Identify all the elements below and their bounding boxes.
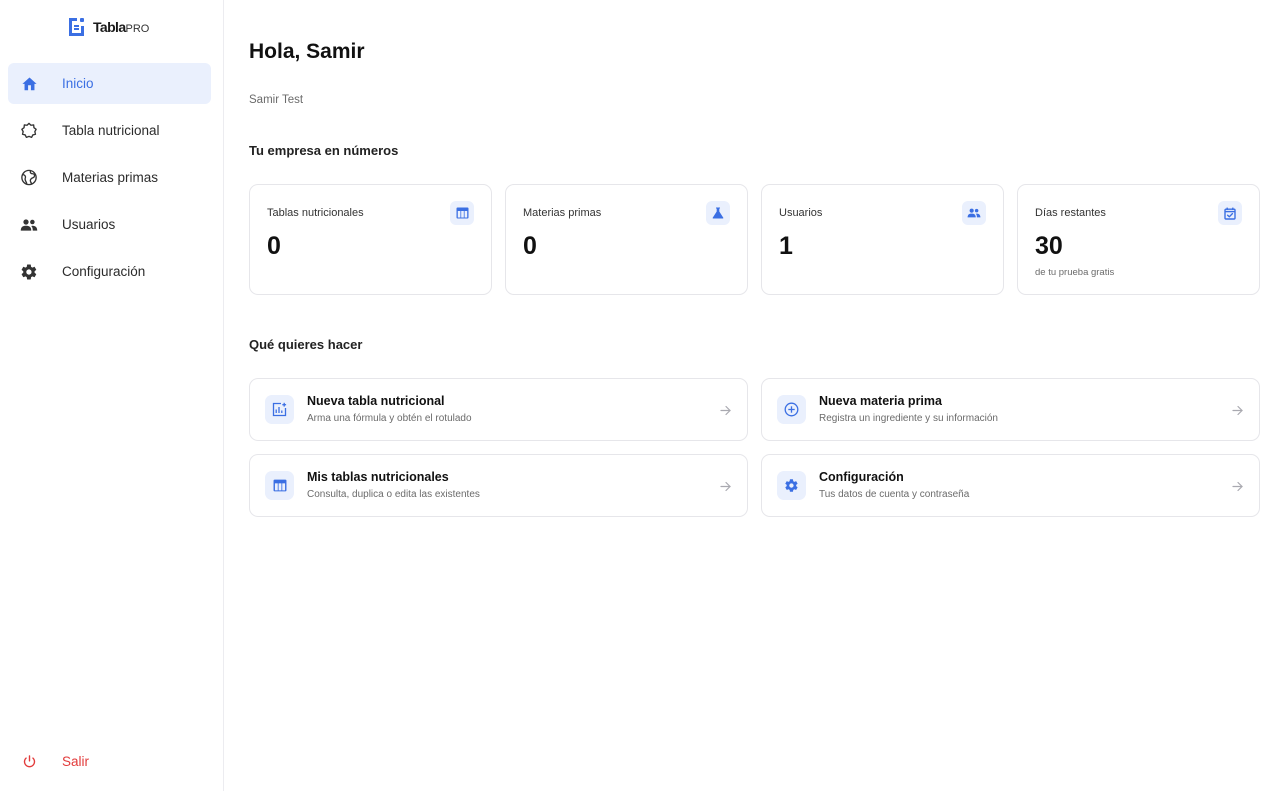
action-description: Registra un ingrediente y su información bbox=[819, 413, 998, 424]
action-card-nueva-tabla[interactable]: Nueva tabla nutricional Arma una fórmula… bbox=[249, 378, 748, 441]
sidebar-nav: Inicio Tabla nutricional Materias primas… bbox=[8, 63, 211, 298]
action-card-nueva-materia[interactable]: Nueva materia prima Registra un ingredie… bbox=[761, 378, 1260, 441]
sidebar: TablaPRO Inicio Tabla nutricional Materi… bbox=[0, 0, 224, 791]
stat-value: 0 bbox=[523, 232, 537, 260]
logo-text: TablaPRO bbox=[93, 19, 149, 35]
stat-label: Materias primas bbox=[523, 207, 602, 219]
arrow-right-icon bbox=[719, 404, 731, 416]
sidebar-item-label: Materias primas bbox=[62, 170, 159, 185]
logo[interactable]: TablaPRO bbox=[67, 16, 149, 38]
power-icon bbox=[20, 753, 38, 771]
home-icon bbox=[20, 75, 38, 93]
sidebar-item-inicio[interactable]: Inicio bbox=[8, 63, 211, 104]
action-title: Mis tablas nutricionales bbox=[307, 470, 449, 484]
badge-icon bbox=[20, 122, 38, 140]
users-icon bbox=[20, 216, 38, 234]
calendar-check-icon bbox=[1218, 201, 1242, 225]
globe-icon bbox=[20, 169, 38, 187]
stat-card-dias: Días restantes 30 de tu prueba gratis bbox=[1017, 184, 1260, 295]
stat-label: Tablas nutricionales bbox=[267, 207, 364, 219]
stat-value: 1 bbox=[779, 232, 793, 260]
arrow-right-icon bbox=[1231, 404, 1243, 416]
stat-label: Días restantes bbox=[1035, 207, 1106, 219]
user-name: Samir Test bbox=[249, 94, 304, 106]
table-icon bbox=[450, 201, 474, 225]
stat-card-tablas: Tablas nutricionales 0 bbox=[249, 184, 492, 295]
logout-button[interactable]: Salir bbox=[8, 741, 211, 782]
action-title: Configuración bbox=[819, 470, 904, 484]
arrow-right-icon bbox=[1231, 480, 1243, 492]
action-title: Nueva materia prima bbox=[819, 394, 942, 408]
action-description: Tus datos de cuenta y contraseña bbox=[819, 489, 970, 500]
page-title: Hola, Samir bbox=[249, 40, 365, 63]
action-description: Consulta, duplica o edita las existentes bbox=[307, 489, 480, 500]
sidebar-item-label: Configuración bbox=[62, 264, 146, 279]
action-card-mis-tablas[interactable]: Mis tablas nutricionales Consulta, dupli… bbox=[249, 454, 748, 517]
brand-suffix: PRO bbox=[125, 23, 150, 35]
stats-row: Tablas nutricionales 0 Materias primas 0… bbox=[249, 184, 1260, 295]
gear-icon bbox=[777, 471, 806, 500]
stat-value: 0 bbox=[267, 232, 281, 260]
stat-note: de tu prueba gratis bbox=[1035, 267, 1115, 278]
action-description: Arma una fórmula y obtén el rotulado bbox=[307, 413, 472, 424]
gear-icon bbox=[20, 263, 38, 281]
actions-section-title: Qué quieres hacer bbox=[249, 337, 363, 352]
stat-label: Usuarios bbox=[779, 207, 823, 219]
logout-label: Salir bbox=[62, 754, 90, 769]
stats-section-title: Tu empresa en números bbox=[249, 143, 399, 158]
sidebar-item-tabla-nutricional[interactable]: Tabla nutricional bbox=[8, 110, 211, 151]
stat-card-materias: Materias primas 0 bbox=[505, 184, 748, 295]
sidebar-item-materias-primas[interactable]: Materias primas bbox=[8, 157, 211, 198]
table-icon bbox=[265, 471, 294, 500]
actions-grid: Nueva tabla nutricional Arma una fórmula… bbox=[249, 378, 1260, 517]
sidebar-item-label: Usuarios bbox=[62, 217, 116, 232]
plus-circle-icon bbox=[777, 395, 806, 424]
flask-icon bbox=[706, 201, 730, 225]
sidebar-item-usuarios[interactable]: Usuarios bbox=[8, 204, 211, 245]
sidebar-item-label: Tabla nutricional bbox=[62, 123, 160, 138]
arrow-right-icon bbox=[719, 480, 731, 492]
action-title: Nueva tabla nutricional bbox=[307, 394, 445, 408]
users-icon bbox=[962, 201, 986, 225]
logo-icon bbox=[67, 17, 85, 37]
brand-name: Tabla bbox=[93, 19, 126, 35]
stat-value: 30 bbox=[1035, 232, 1063, 260]
action-card-configuracion[interactable]: Configuración Tus datos de cuenta y cont… bbox=[761, 454, 1260, 517]
sidebar-item-label: Inicio bbox=[62, 76, 94, 91]
sidebar-item-configuracion[interactable]: Configuración bbox=[8, 251, 211, 292]
stat-card-usuarios: Usuarios 1 bbox=[761, 184, 1004, 295]
chart-add-icon bbox=[265, 395, 294, 424]
